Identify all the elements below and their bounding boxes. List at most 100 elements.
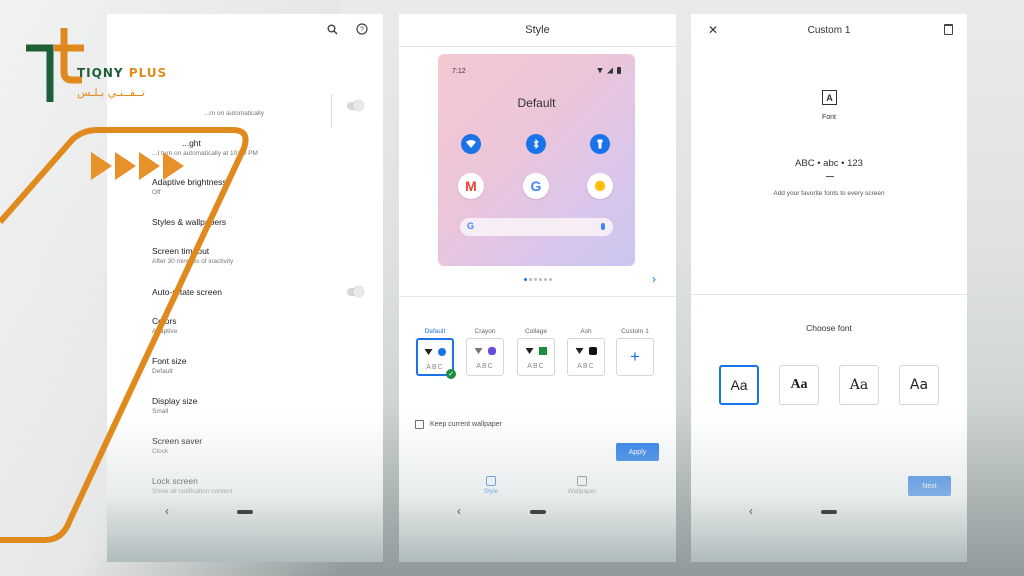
settings-item-subtitle: Off bbox=[152, 189, 161, 196]
settings-item-title: Screen timeout bbox=[152, 246, 210, 256]
circle-shape-icon bbox=[437, 348, 446, 356]
description: Add your favorite fonts to every screen bbox=[773, 190, 885, 197]
tab-label: Wallpaper bbox=[567, 488, 597, 495]
font-option-rounded[interactable]: Aa bbox=[899, 365, 939, 405]
settings-item-colors[interactable]: Colors Adaptive bbox=[152, 316, 367, 335]
brand-name-part1: TIQNY bbox=[77, 66, 124, 80]
signal-icon bbox=[607, 67, 613, 74]
font-sample: ABC bbox=[577, 363, 595, 370]
image-icon bbox=[577, 476, 587, 486]
settings-item-adaptive-brightness[interactable]: Adaptive brightness Off bbox=[152, 177, 367, 196]
divider bbox=[399, 46, 676, 47]
page-indicator bbox=[399, 278, 676, 281]
divider-dash bbox=[826, 176, 834, 177]
style-option-custom[interactable]: + bbox=[616, 338, 654, 376]
settings-item-dark-theme[interactable]: ...rn on automatically bbox=[152, 108, 367, 117]
choose-font-heading: Choose font bbox=[806, 323, 852, 333]
keep-wallpaper-label: Keep current wallpaper bbox=[430, 421, 502, 428]
stage: ? ...rn on automatically ...ght ...I tur… bbox=[0, 0, 1024, 576]
font-option-sans[interactable]: Aa bbox=[719, 365, 759, 405]
help-icon[interactable]: ? bbox=[355, 22, 369, 36]
back-icon[interactable]: ‹ bbox=[165, 504, 169, 518]
keep-wallpaper-checkbox[interactable]: Keep current wallpaper bbox=[415, 420, 502, 429]
wifi-tile-icon bbox=[461, 134, 481, 154]
settings-item-night-light[interactable]: ...ght ...I turn on automatically at 10:… bbox=[152, 138, 367, 157]
settings-item-styles-wallpapers[interactable]: Styles & wallpapers bbox=[152, 217, 367, 227]
battery-icon bbox=[617, 67, 621, 74]
settings-item-subtitle: Small bbox=[152, 408, 169, 415]
tab-wallpaper[interactable]: Wallpaper bbox=[562, 476, 602, 495]
back-icon[interactable]: ‹ bbox=[749, 504, 753, 518]
nav-bar: ‹ bbox=[399, 504, 676, 524]
brand-mark-icon bbox=[26, 28, 84, 102]
nav-bar: ‹ bbox=[107, 504, 383, 524]
settings-item-title: Display size bbox=[152, 396, 198, 406]
font-sample-text: ABC • abc • 123 bbox=[795, 158, 863, 169]
brand-logo: TIQNY PLUS تــقــنـي بـلـس bbox=[24, 26, 214, 106]
theme-preview[interactable]: 7:12 Default M G ✺ G bbox=[438, 54, 635, 266]
plus-icon: + bbox=[630, 347, 640, 366]
google-app-icon: G bbox=[523, 173, 549, 199]
status-icons bbox=[597, 67, 621, 74]
wifi-icon bbox=[597, 67, 603, 74]
brand-name-part2: PLUS bbox=[128, 66, 168, 80]
page-dot bbox=[523, 278, 527, 281]
screen-fade bbox=[399, 412, 676, 562]
checkbox-icon[interactable] bbox=[415, 420, 424, 429]
settings-item-screen-timeout[interactable]: Screen timeout After 30 minutes of inact… bbox=[152, 246, 367, 265]
chevron-right-icon[interactable]: › bbox=[652, 272, 656, 286]
style-option-label: Custom 1 bbox=[621, 328, 649, 335]
custom-style-screen: ✕ Custom 1 A Font ABC • abc • 123 Add yo… bbox=[691, 14, 967, 562]
tab-label: Style bbox=[483, 488, 499, 495]
section-label: Font bbox=[821, 114, 836, 121]
style-option-crayon[interactable]: ABC bbox=[466, 338, 504, 376]
settings-item-subtitle: Default bbox=[152, 368, 173, 375]
font-option-serif[interactable]: Aa bbox=[839, 365, 879, 405]
settings-item-title: Adaptive brightness bbox=[152, 177, 227, 187]
page-dot bbox=[528, 278, 532, 281]
home-pill-icon[interactable] bbox=[529, 510, 546, 514]
style-option-collage[interactable]: ABC bbox=[517, 338, 555, 376]
page-dot bbox=[533, 278, 537, 281]
settings-item-subtitle: Clock bbox=[152, 448, 169, 455]
style-option-label: Collage bbox=[524, 328, 548, 335]
page-dot bbox=[543, 278, 547, 281]
tab-style[interactable]: Style bbox=[471, 476, 511, 495]
next-button[interactable]: Next bbox=[908, 476, 951, 496]
trash-icon[interactable] bbox=[944, 24, 953, 35]
home-pill-icon[interactable] bbox=[821, 510, 837, 514]
wifi-icon bbox=[575, 348, 584, 354]
page-dot bbox=[538, 278, 542, 281]
settings-item-title: Screen saver bbox=[152, 436, 203, 446]
settings-item-subtitle: After 30 minutes of inactivity bbox=[152, 258, 234, 265]
style-option-ash[interactable]: ABC bbox=[567, 338, 605, 376]
back-icon[interactable]: ‹ bbox=[457, 504, 461, 518]
settings-item-title: Auto-rotate screen bbox=[152, 287, 222, 297]
flashlight-tile-icon bbox=[590, 134, 610, 154]
check-icon: ✓ bbox=[446, 369, 456, 379]
settings-item-auto-rotate[interactable]: Auto-rotate screen bbox=[152, 287, 367, 297]
photos-app-icon: ✺ bbox=[587, 173, 613, 199]
theme-name: Default bbox=[517, 96, 556, 110]
dark-theme-toggle[interactable] bbox=[347, 100, 364, 111]
settings-item-title: Colors bbox=[152, 316, 177, 326]
settings-item-display-size[interactable]: Display size Small bbox=[152, 396, 367, 415]
rounded-square-shape-icon bbox=[588, 347, 597, 355]
mic-icon bbox=[601, 223, 605, 230]
brush-icon bbox=[486, 476, 496, 486]
apply-button[interactable]: Apply bbox=[616, 443, 659, 461]
style-option-label: Ash bbox=[580, 328, 592, 335]
page-dot bbox=[548, 278, 552, 281]
font-icon: A bbox=[822, 90, 837, 105]
search-icon[interactable] bbox=[325, 22, 339, 36]
settings-item-title: Font size bbox=[152, 356, 187, 366]
square-shape-icon bbox=[538, 347, 547, 355]
settings-item-lock-screen[interactable]: Lock screen Show all notification conten… bbox=[152, 476, 367, 495]
font-option-serif-bold[interactable]: Aa bbox=[779, 365, 819, 405]
font-sample: ABC bbox=[527, 363, 545, 370]
home-pill-icon[interactable] bbox=[237, 510, 253, 514]
auto-rotate-toggle[interactable] bbox=[347, 286, 364, 297]
wifi-icon bbox=[424, 349, 433, 355]
settings-item-screen-saver[interactable]: Screen saver Clock bbox=[152, 436, 367, 455]
settings-item-font-size[interactable]: Font size Default bbox=[152, 356, 367, 375]
